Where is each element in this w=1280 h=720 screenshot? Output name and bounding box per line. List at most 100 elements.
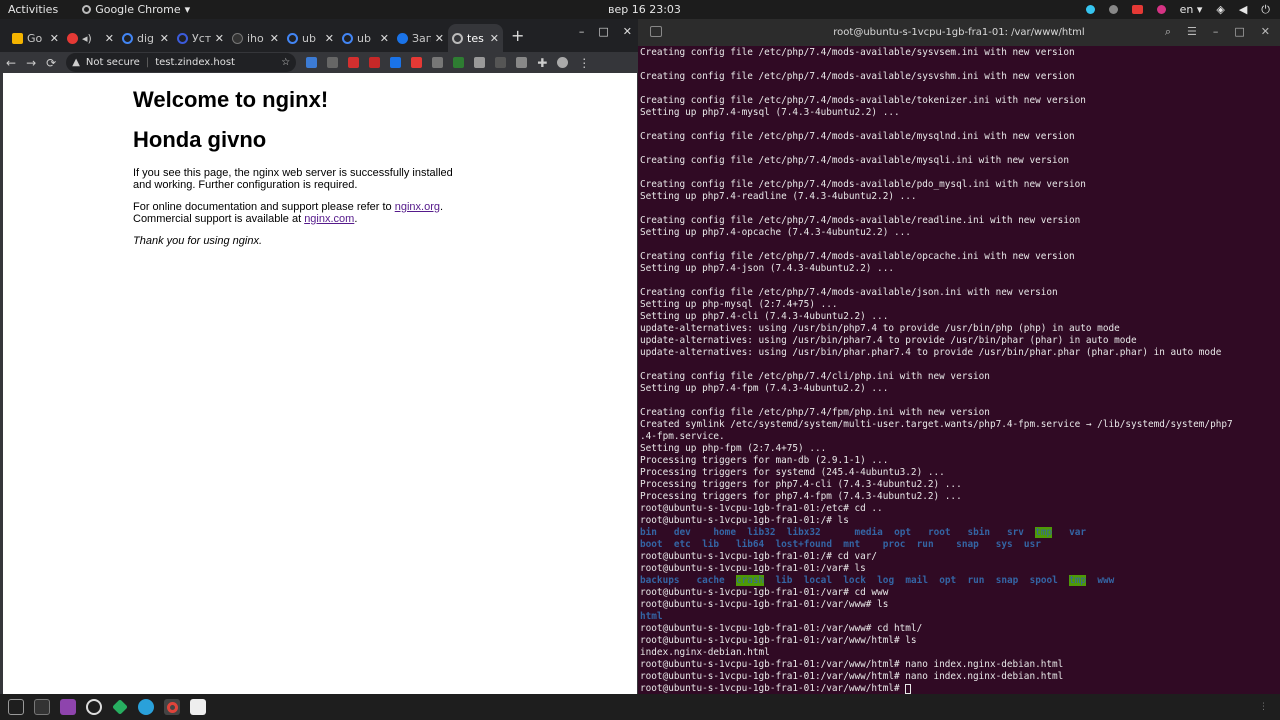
terminal-output[interactable]: Creating config file /etc/php/7.4/mods-a… [640,47,1278,694]
tab-1[interactable]: ◂) ✕ [63,24,118,52]
extension-grid-icon[interactable] [516,57,528,68]
extension-f-icon[interactable] [327,57,339,68]
terminal-line: Setting up php7.4-fpm (7.4.3-4ubuntu2.2)… [640,383,889,394]
volume-icon[interactable]: ◀ [1239,3,1247,16]
close-icon[interactable]: ✕ [435,32,444,45]
terminal-line: Processing triggers for php7.4-fpm (7.4.… [640,491,962,502]
files-icon[interactable] [8,699,24,715]
puzzle-icon[interactable]: ✚ [537,56,547,70]
thanks-text: Thank you for using nginx. [133,235,263,247]
tab-2[interactable]: dig ✕ [118,24,173,52]
close-icon[interactable]: ✕ [160,32,169,45]
terminal-line: Creating config file /etc/php/7.4/fpm/ph… [640,407,990,418]
address-bar[interactable]: ▲ Not secure | test.zindex.host ☆ [66,53,297,72]
ls-output-row: boot etc lib lib64 lost+found mnt proc r… [640,539,1278,551]
app-menu[interactable]: Google Chrome ▾ [82,3,190,16]
extension-green-icon[interactable] [453,57,465,68]
chrome-menu-button[interactable]: ⋮ [578,56,590,70]
avatar[interactable] [557,57,569,68]
language-selector[interactable]: en ▾ [1180,3,1203,16]
tab-4[interactable]: iho ✕ [228,24,283,52]
extension-monitor-icon[interactable] [474,57,486,68]
close-icon[interactable]: ✕ [105,32,114,45]
search-icon[interactable]: ⌕ [1165,25,1171,39]
hamburger-menu-icon[interactable]: ☰ [1187,25,1197,39]
text-editor-icon[interactable] [190,699,206,715]
record-icon[interactable] [1108,5,1118,14]
close-icon[interactable]: ✕ [325,32,334,45]
telegram-icon[interactable] [138,699,154,715]
url-text[interactable]: test.zindex.host [155,57,235,68]
tab-6[interactable]: ub ✕ [338,24,393,52]
not-secure-label: Not secure [85,57,140,68]
chrome-active-icon[interactable] [164,699,180,715]
system-tray[interactable]: en ▾ ◈ ◀ ⏻ [1085,0,1270,19]
tab-favicon-icon [12,32,23,44]
tab-3[interactable]: Уст ✕ [173,24,228,52]
new-terminal-tab-icon[interactable] [650,26,662,37]
maximize-button[interactable]: □ [1234,25,1244,39]
battery-red-icon[interactable] [1131,5,1143,14]
terminal-prompt-line[interactable]: root@ubuntu-s-1vcpu-1gb-fra1-01:/var/www… [640,683,1278,694]
extension-gear-icon[interactable] [495,57,507,68]
minimize-button[interactable]: – [1213,25,1219,39]
ls-entry: local [803,575,832,586]
translate-icon[interactable] [390,57,402,68]
ls-entry: run [967,575,985,586]
page-subtitle: Honda givno [133,127,267,152]
tab-5[interactable]: ub ✕ [283,24,338,52]
purple-app-icon[interactable] [60,699,76,715]
ls-output-row: bin dev home lib32 libx32 media opt root… [640,527,1278,539]
terminal-line: Creating config file /etc/php/7.4/mods-a… [640,251,1075,262]
extension-cloud-icon[interactable] [432,57,444,68]
wifi-icon[interactable]: ◈ [1216,3,1224,16]
nginx-org-link[interactable]: nginx.org [395,201,440,213]
tab-favicon-icon [342,32,353,44]
tab-0[interactable]: Go ✕ [8,24,63,52]
terminal-line: Creating config file /etc/php/7.4/mods-a… [640,131,1075,142]
tab-7[interactable]: Зап ✕ [393,24,448,52]
chrome-logo-icon [166,701,178,713]
minimize-button[interactable]: – [579,25,585,38]
power-icon[interactable]: ⏻ [1261,3,1270,17]
terminal-line: root@ubuntu-s-1vcpu-1gb-fra1-01:/var# cd… [640,587,889,598]
mute-icon[interactable]: ◂) [82,32,101,45]
chrome-icon[interactable] [86,699,102,715]
pink-app-icon[interactable] [1156,5,1166,14]
intro-paragraph: If you see this page, the nginx web serv… [133,167,453,191]
close-icon[interactable]: ✕ [490,32,499,45]
ls-entry: tmp [1035,527,1053,538]
green-app-icon[interactable] [112,699,128,715]
extension-pin-icon[interactable] [369,57,381,68]
tab-8-active[interactable]: tes ✕ [448,24,503,52]
extension-youtube-icon[interactable] [411,57,423,68]
activities-button[interactable]: Activities [8,3,58,16]
terminal-line: Creating config file /etc/php/7.4/mods-a… [640,95,1086,106]
new-tab-button[interactable]: + [511,26,524,45]
extension-s-icon[interactable] [306,57,318,68]
ls-entry: backups [640,575,680,586]
close-window-button[interactable]: ✕ [623,25,632,38]
terminal-icon[interactable] [34,699,50,715]
reload-button[interactable]: ⟳ [46,56,56,70]
ls-entry: lib32 [747,527,776,538]
maximize-button[interactable]: □ [598,25,608,38]
close-icon[interactable]: ✕ [380,32,389,45]
forward-button[interactable]: → [26,56,36,70]
close-icon[interactable]: ✕ [270,32,279,45]
terminal-line: Creating config file /etc/php/7.4/mods-a… [640,155,1069,166]
close-icon[interactable]: ✕ [50,32,59,45]
clock[interactable]: вер 16 23:03 [608,3,681,16]
back-button[interactable]: ← [6,56,16,70]
slack-icon[interactable] [1085,5,1095,14]
bookmark-star-icon[interactable]: ☆ [281,57,290,68]
close-icon[interactable]: ✕ [215,32,224,45]
nginx-com-link[interactable]: nginx.com [304,213,354,225]
terminal-window[interactable]: root@ubuntu-s-1vcpu-1gb-fra1-01: /var/ww… [638,19,1280,694]
extension-red-icon[interactable] [348,57,360,68]
chrome-window: Go ✕ ◂) ✕ dig ✕ Уст ✕ iho ✕ ub ✕ ub ✕ Зап ✕ tes ✕… [0,19,638,694]
close-window-button[interactable]: ✕ [1261,25,1270,39]
